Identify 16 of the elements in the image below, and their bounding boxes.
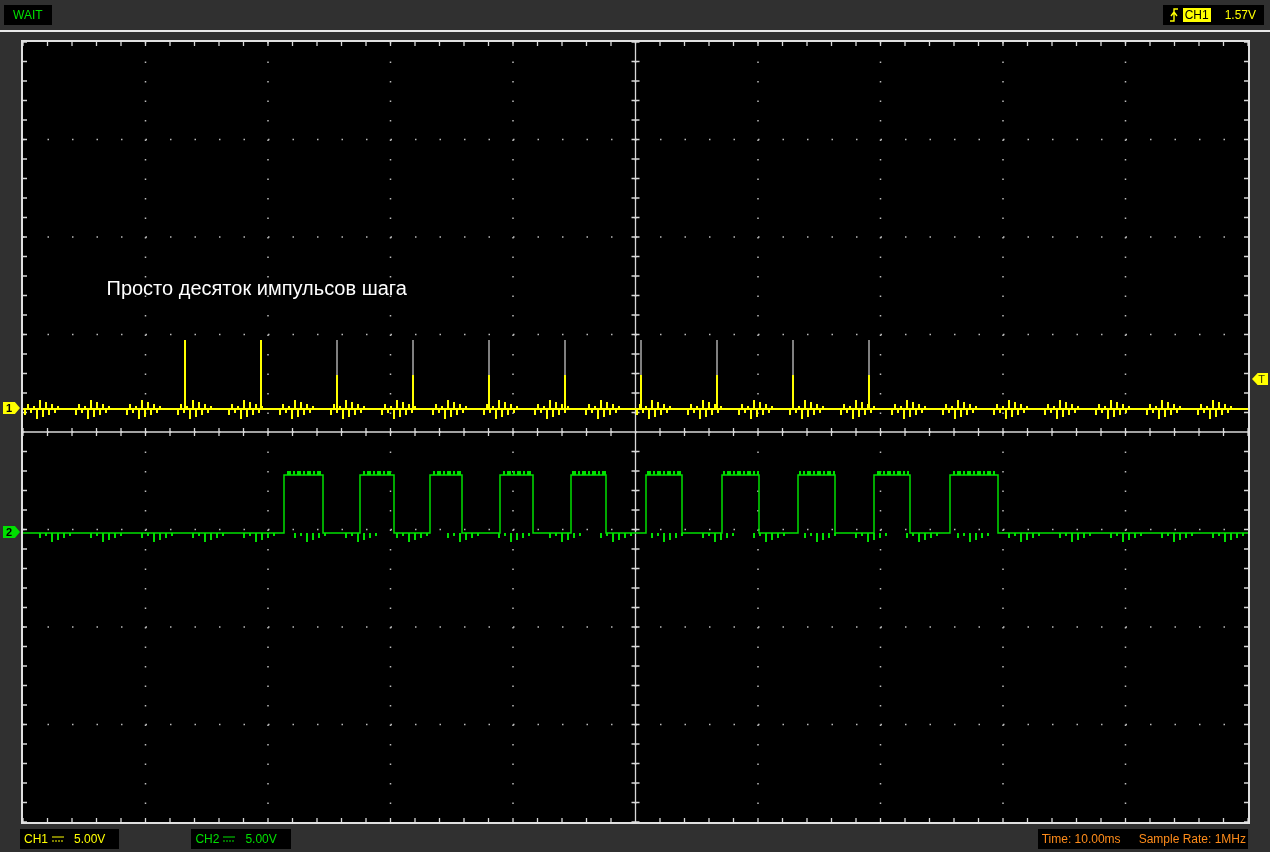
channel-marker[interactable]: 2 bbox=[3, 526, 20, 538]
trigger-level: 1.57V bbox=[1224, 8, 1256, 22]
rising-edge-icon bbox=[1168, 7, 1179, 23]
channel-name: CH2 bbox=[195, 832, 220, 846]
trigger-channel: CH1 bbox=[1182, 8, 1211, 22]
annotation-text: Просто десяток импульсов шага bbox=[106, 277, 407, 300]
channel-marker[interactable]: 1 bbox=[3, 402, 20, 414]
timebase-label: Time: 10.00ms bbox=[1041, 832, 1121, 846]
volts-per-div: 5.00V bbox=[74, 832, 106, 846]
channel-name: CH1 bbox=[24, 832, 48, 846]
dc-coupling-icon bbox=[52, 835, 64, 843]
trigger-marker[interactable]: T bbox=[1252, 373, 1268, 385]
dc-coupling-icon bbox=[223, 835, 236, 843]
volts-per-div: 5.00V bbox=[245, 832, 277, 846]
status-label: WAIT bbox=[4, 5, 52, 25]
sample-rate-label: Sample Rate: 1MHz bbox=[1138, 832, 1246, 846]
